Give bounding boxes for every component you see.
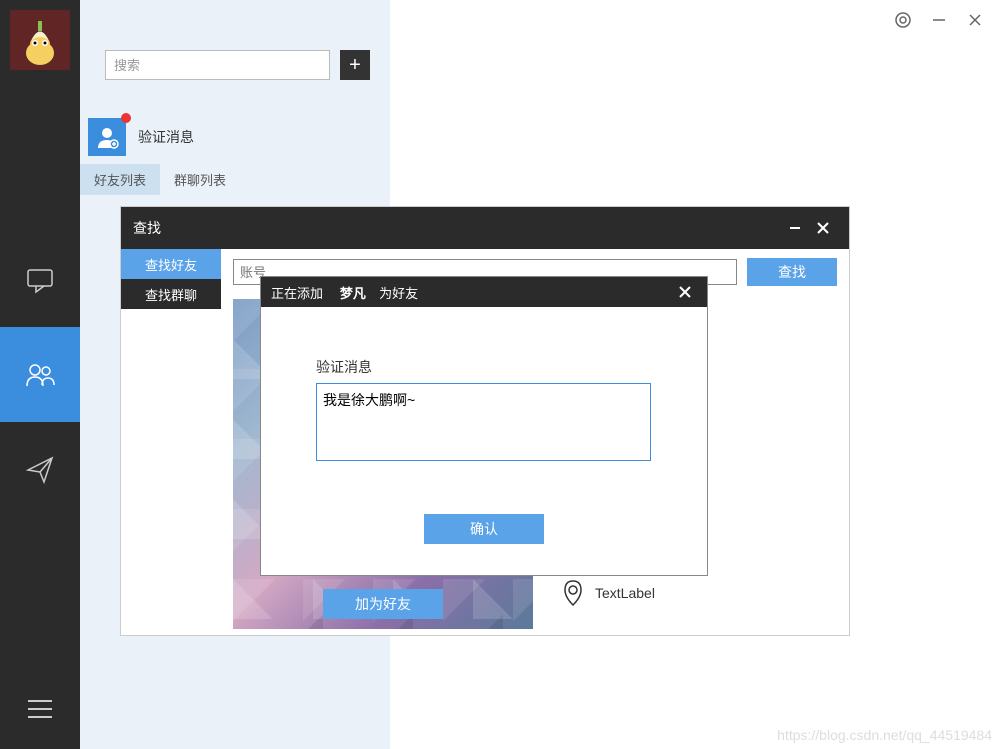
minimize-icon[interactable] bbox=[930, 11, 948, 29]
verify-modal-header: 正在添加 梦凡 为好友 bbox=[261, 277, 707, 307]
verify-modal-close[interactable] bbox=[673, 280, 697, 304]
result-location-text: TextLabel bbox=[595, 585, 655, 601]
contact-tabs: 好友列表 群聊列表 bbox=[80, 164, 390, 195]
verify-icon bbox=[88, 118, 126, 156]
add-button[interactable]: + bbox=[340, 50, 370, 80]
nav-menu[interactable] bbox=[0, 669, 80, 749]
search-dialog-minimize[interactable] bbox=[781, 214, 809, 242]
search-dialog-close[interactable] bbox=[809, 214, 837, 242]
search-input[interactable] bbox=[105, 50, 330, 80]
watermark: https://blog.csdn.net/qq_44519484 bbox=[777, 727, 992, 743]
verify-modal-title: 正在添加 梦凡 为好友 bbox=[271, 283, 673, 302]
verify-message-label: 验证消息 bbox=[316, 357, 652, 377]
search-button[interactable]: 查找 bbox=[747, 258, 837, 286]
close-icon[interactable] bbox=[966, 11, 984, 29]
left-sidebar bbox=[0, 0, 80, 749]
nav-chat[interactable] bbox=[0, 232, 80, 327]
nav-contacts[interactable] bbox=[0, 327, 80, 422]
search-tab-friend[interactable]: 查找好友 bbox=[121, 249, 221, 279]
add-friend-button[interactable]: 加为好友 bbox=[323, 589, 443, 619]
search-tab-group[interactable]: 查找群聊 bbox=[121, 279, 221, 309]
settings-icon[interactable] bbox=[894, 11, 912, 29]
verify-message-input[interactable] bbox=[316, 383, 651, 461]
nav-send[interactable] bbox=[0, 422, 80, 517]
user-avatar[interactable] bbox=[10, 10, 70, 70]
confirm-button[interactable]: 确认 bbox=[424, 514, 544, 544]
result-location: TextLabel bbox=[561, 579, 655, 607]
location-icon bbox=[561, 579, 585, 607]
notification-dot bbox=[121, 113, 131, 123]
tab-groups[interactable]: 群聊列表 bbox=[160, 164, 240, 195]
search-dialog-title: 查找 bbox=[133, 218, 781, 238]
search-dialog-sidebar: 查找好友 查找群聊 bbox=[121, 249, 221, 635]
verify-modal: 正在添加 梦凡 为好友 验证消息 确认 bbox=[260, 276, 708, 576]
search-dialog-header: 查找 bbox=[121, 207, 849, 249]
verify-label: 验证消息 bbox=[138, 127, 194, 147]
verify-messages-item[interactable]: 验证消息 bbox=[80, 110, 390, 164]
tab-friends[interactable]: 好友列表 bbox=[80, 164, 160, 195]
